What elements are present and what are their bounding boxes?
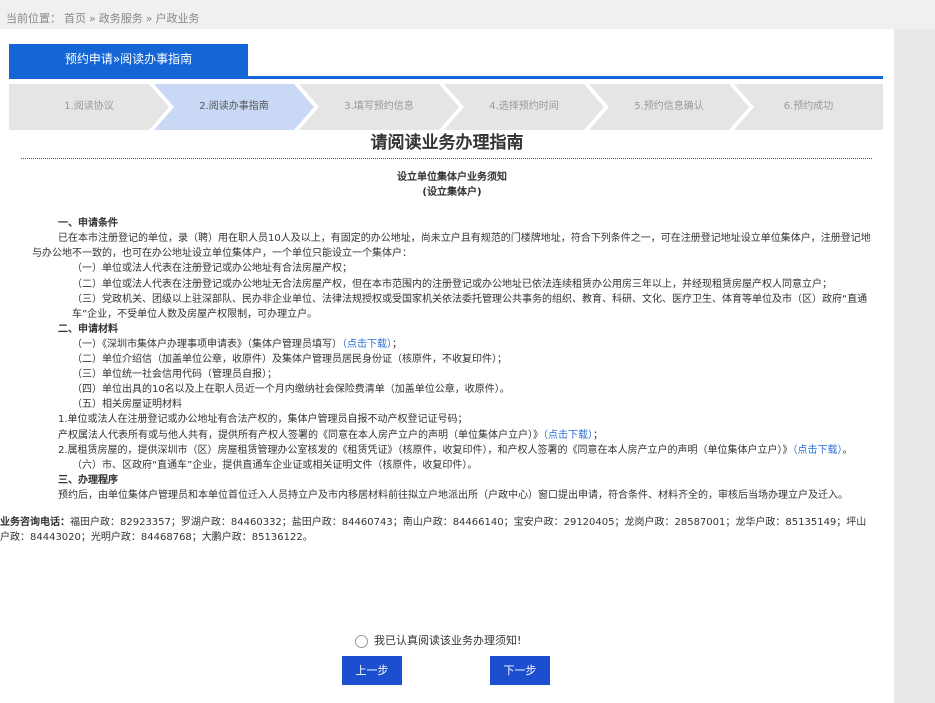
next-button[interactable]: 下一步 [490, 656, 550, 685]
condition-item: （一）单位或法人代表在注册登记或办公地址有合法房屋产权； [72, 263, 352, 275]
step-1-label: 1.阅读协议 [64, 101, 114, 112]
step-4-label: 4.选择预约时间 [489, 101, 559, 112]
material-subitem: 2.属租赁房屋的，提供深圳市（区）房屋租赁管理办公室核发的《租赁凭证》（核原件，… [6, 443, 872, 458]
page-title: 请阅读业务办理指南 [370, 133, 524, 153]
breadcrumb-prefix: 当前位置： [6, 12, 61, 25]
step-3-label: 3.填写预约信息 [344, 101, 414, 112]
material-item: （二）单位介绍信（加盖单位公章，收原件）及集体户管理员居民身份证（核原件，不收复… [72, 354, 507, 366]
material-text: （一）《深圳市集体户办理事项申请表》（集体户管理员填写） [72, 338, 342, 350]
material-text: 2.属租赁房屋的，提供深圳市（区）房屋租赁管理办公室核发的《租赁凭证》（核原件，… [58, 444, 793, 456]
agree-checkbox[interactable]: 我已认真阅读该业务办理须知! [355, 632, 521, 648]
paragraph-text: 预约后，由单位集体户管理员和本单位首位迁入人员持立户及市内移居材料前往拟立户地派… [58, 489, 848, 501]
material-text: ； [392, 338, 402, 350]
divider [21, 158, 872, 159]
condition-text: （三）党政机关、团级以上驻深部队、民办非企业单位、法律法规授权或受国家机关依法委… [72, 293, 868, 320]
step-progress: 1.阅读协议 2.阅读办事指南 3.填写预约信息 4.选择预约时间 5.预约信息… [9, 84, 883, 130]
guide-document: 设立单位集体户业务须知 (设立集体户) 一、申请条件 已在本市注册登记的单位，录… [0, 170, 872, 545]
step-2-label: 2.阅读办事指南 [199, 101, 269, 112]
condition-item: （二）单位或法人代表在注册登记或办公地址无合法房屋产权，但在本市范围内的注册登记… [72, 278, 832, 290]
material-text: ； [593, 429, 603, 441]
doc-title: 设立单位集体户业务须知 [397, 172, 507, 183]
material-text: 产权属法人代表所有或与他人共有，提供所有产权人签署的《同意在本人房产立户的声明（… [58, 429, 543, 441]
agree-label: 我已认真阅读该业务办理须知! [374, 634, 522, 647]
radio-icon[interactable] [355, 634, 368, 648]
material-item: （一）《深圳市集体户办理事项申请表》（集体户管理员填写）（点击下载）； [32, 337, 872, 352]
download-link[interactable]: （点击下载） [342, 339, 392, 350]
breadcrumb-gov-services[interactable]: 政务服务 [99, 12, 143, 25]
section-heading: 三、办理程序 [58, 474, 118, 486]
paragraph: 已在本市注册登记的单位，录（聘）用在职人员10人及以上，有固定的办公地址，尚未立… [0, 231, 872, 261]
tab-bar: 预约申请»阅读办事指南 [9, 44, 883, 79]
step-5-label: 5.预约信息确认 [634, 101, 704, 112]
download-link[interactable]: （点击下载） [793, 445, 843, 456]
step-1: 1.阅读协议 [9, 84, 169, 130]
contact-numbers: 福田户政：82923357；罗湖户政：84460332；盐田户政：8446074… [0, 516, 867, 544]
right-gutter [894, 29, 935, 703]
condition-item: （三）党政机关、团级以上驻深部队、民办非企业单位、法律法规授权或受国家机关依法委… [0, 292, 872, 322]
paragraph: 预约后，由单位集体户管理员和本单位首位迁入人员持立户及市内移居材料前往拟立户地派… [0, 488, 872, 503]
material-item: （六）市、区政府“直通车”企业，提供直通车企业证或相关证明文件（核原件，收复印件… [72, 459, 478, 471]
section-heading: 二、申请材料 [58, 323, 118, 335]
material-subitem: 产权属法人代表所有或与他人共有，提供所有产权人签署的《同意在本人房产立户的声明（… [32, 428, 872, 443]
doc-subtitle: (设立集体户) [422, 187, 482, 199]
contact-label: 业务咨询电话： [0, 516, 70, 528]
material-text: 。 [842, 444, 853, 456]
prev-button[interactable]: 上一步 [342, 656, 402, 685]
tab-read-guide[interactable]: 预约申请»阅读办事指南 [9, 44, 248, 76]
paragraph-text: 已在本市注册登记的单位，录（聘）用在职人员10人及以上，有固定的办公地址，尚未立… [32, 233, 871, 260]
step-6: 6.预约成功 [734, 84, 883, 130]
breadcrumb-home[interactable]: 首页 [64, 12, 86, 25]
material-item: （三）单位统一社会信用代码（管理员自报）； [72, 369, 277, 381]
step-4: 4.选择预约时间 [444, 84, 604, 130]
breadcrumb: 当前位置： 首页» 政务服务» 户政业务 [6, 10, 202, 26]
material-subitem: 1.单位或法人在注册登记或办公地址有合法产权的，集体户管理员自报不动产权登记证号… [58, 414, 468, 426]
download-link[interactable]: （点击下载） [543, 430, 593, 441]
step-5: 5.预约信息确认 [589, 84, 749, 130]
step-6-label: 6.预约成功 [783, 101, 834, 112]
material-item: （四）单位出具的10名以及上在职人员近一个月内缴纳社会保险费清单（加盖单位公章，… [72, 384, 510, 396]
step-3: 3.填写预约信息 [299, 84, 459, 130]
material-item: （五）相关房屋证明材料 [72, 399, 182, 411]
breadcrumb-sep: » [145, 12, 153, 25]
breadcrumb-household[interactable]: 户政业务 [155, 12, 199, 25]
section-heading: 一、申请条件 [58, 218, 118, 230]
breadcrumb-sep: » [89, 12, 96, 25]
step-2: 2.阅读办事指南 [154, 84, 314, 130]
contact-info: 业务咨询电话：福田户政：82923357；罗湖户政：84460332；盐田户政：… [0, 515, 872, 545]
